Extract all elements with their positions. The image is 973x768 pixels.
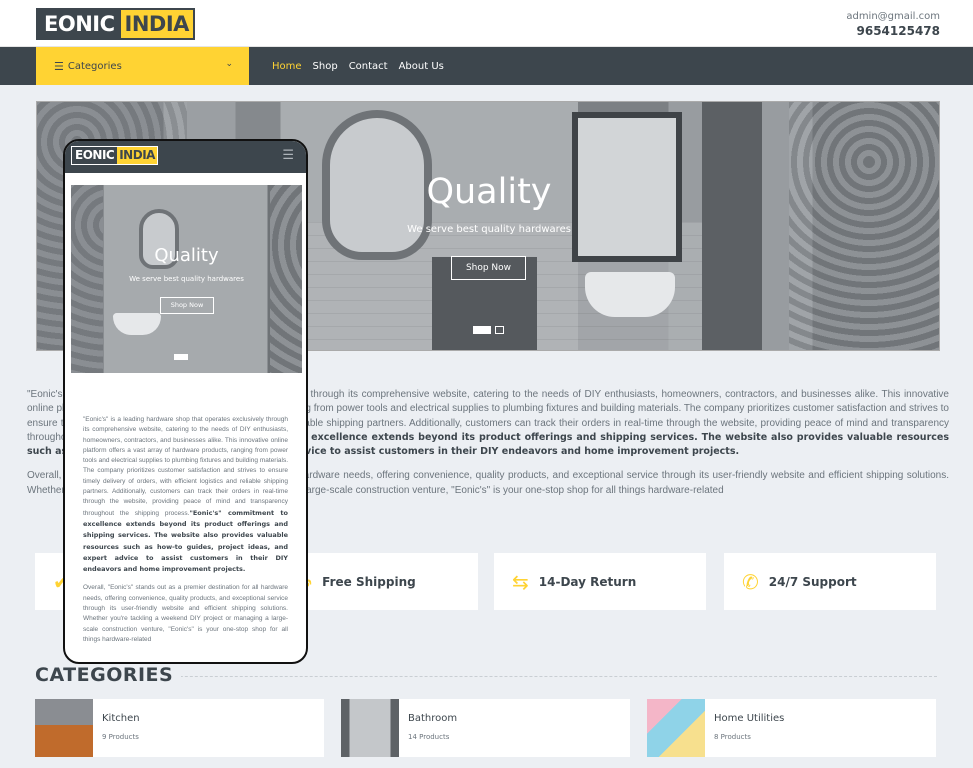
hero-bathtub — [113, 313, 161, 335]
mobile-hero-title: Quality — [154, 245, 219, 266]
categories-heading: CATEGORIES — [35, 664, 182, 686]
categories-dropdown-button[interactable]: ☰ Categories ⌄ — [36, 47, 249, 85]
chevron-down-icon: ⌄ — [225, 59, 233, 69]
category-card-bathroom[interactable]: Bathroom 14 Products — [341, 699, 630, 757]
nav-link-about-us[interactable]: About Us — [399, 61, 444, 72]
phone-icon: ✆ — [742, 569, 759, 594]
feature-return: ⇆ 14-Day Return — [494, 553, 706, 610]
category-image — [647, 699, 705, 757]
about-paragraph-1: "Eonic's" is a leading hardware shop tha… — [83, 415, 288, 575]
category-image — [35, 699, 93, 757]
category-name: Bathroom — [408, 713, 458, 724]
logo-text-india: INDIA — [120, 10, 193, 38]
category-name: Home Utilities — [714, 713, 785, 724]
feature-label: Free Shipping — [322, 574, 416, 589]
category-name: Kitchen — [102, 713, 140, 724]
mobile-shop-now-button[interactable]: Shop Now — [160, 297, 214, 314]
logo-text-india: INDIA — [117, 147, 157, 164]
menu-bars-icon: ☰ — [54, 59, 64, 73]
hero-shop-now-button[interactable]: Shop Now — [451, 256, 526, 280]
mobile-logo[interactable]: EONIC INDIA — [71, 146, 158, 165]
top-header: EONIC INDIA admin@gmail.com 9654125478 — [0, 0, 973, 47]
exchange-icon: ⇆ — [512, 569, 529, 594]
about-bold-text: "Eonic's" commitment to excellence exten… — [83, 508, 288, 574]
categories-label: Categories — [67, 60, 122, 72]
category-card-kitchen[interactable]: Kitchen 9 Products — [35, 699, 324, 757]
about-text: "Eonic's" is a leading hardware shop tha… — [83, 416, 288, 517]
nav-link-shop[interactable]: Shop — [313, 61, 338, 72]
nav-link-contact[interactable]: Contact — [349, 61, 388, 72]
nav-links: Home Shop Contact About Us — [272, 47, 444, 85]
site-logo[interactable]: EONIC INDIA — [36, 8, 195, 40]
category-count: 8 Products — [714, 733, 751, 741]
main-navbar: ☰ Categories ⌄ Home Shop Contact About U… — [0, 47, 973, 85]
feature-support: ✆ 24/7 Support — [724, 553, 936, 610]
feature-label: 14-Day Return — [538, 574, 637, 589]
mobile-about-section: "Eonic's" is a leading hardware shop tha… — [83, 415, 288, 645]
carousel-indicator-active[interactable] — [473, 326, 491, 334]
about-paragraph-2: Overall, "Eonic's" stands out as a premi… — [83, 584, 288, 643]
carousel-indicator[interactable] — [495, 326, 504, 334]
hamburger-menu-icon[interactable]: ☰ — [282, 148, 294, 163]
carousel-indicator-active[interactable] — [174, 354, 188, 360]
mobile-hero-subtitle: We serve best quality hardwares — [129, 275, 244, 283]
feature-label: 24/7 Support — [768, 574, 857, 589]
hero-sink — [585, 272, 675, 317]
category-count: 14 Products — [408, 733, 450, 741]
logo-text-eonic: EONIC — [38, 10, 121, 38]
contact-phone: 9654125478 — [856, 24, 941, 38]
mobile-header: EONIC INDIA ☰ — [65, 141, 306, 173]
category-image — [341, 699, 399, 757]
mobile-preview: EONIC INDIA ☰ Quality We serve best qual… — [63, 139, 308, 664]
nav-link-home[interactable]: Home — [272, 61, 302, 72]
category-card-home-utilities[interactable]: Home Utilities 8 Products — [647, 699, 936, 757]
logo-text-eonic: EONIC — [72, 147, 118, 164]
contact-email: admin@gmail.com — [846, 11, 940, 22]
mobile-hero-carousel: Quality We serve best quality hardwares … — [71, 185, 302, 373]
category-count: 9 Products — [102, 733, 139, 741]
